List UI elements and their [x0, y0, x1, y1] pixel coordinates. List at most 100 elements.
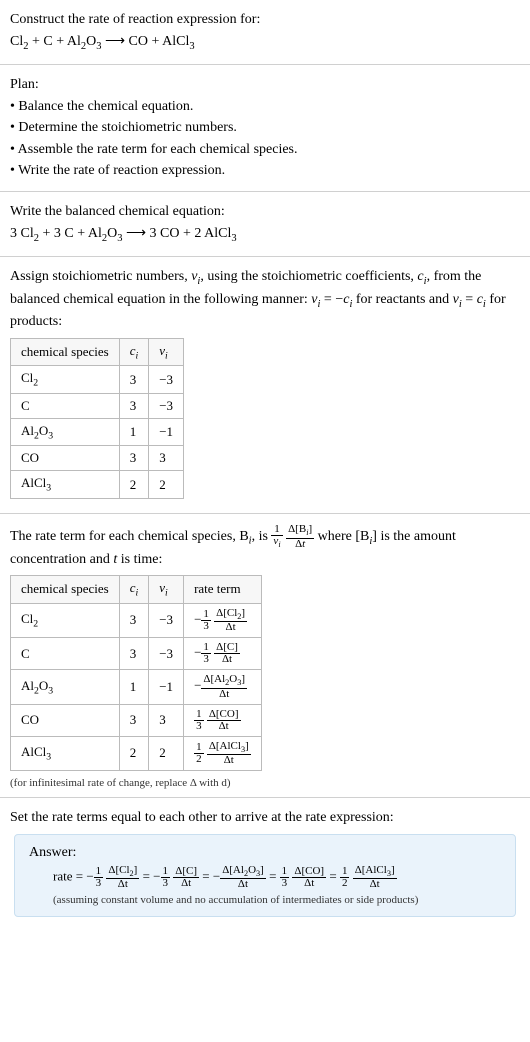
table-header-row: chemical species ci νi	[11, 338, 184, 366]
fraction: Δ[C]Δt	[214, 642, 240, 665]
table-row: C3−3	[11, 393, 184, 418]
col-nui: νi	[149, 576, 184, 604]
cell-nui: −3	[149, 638, 184, 670]
cell-nui: −3	[149, 603, 184, 637]
rateterm-table: chemical species ci νi rate term Cl23−3−…	[10, 575, 262, 771]
cell-species: Cl2	[11, 366, 120, 394]
rateterm-note: (for infinitesimal rate of change, repla…	[10, 777, 520, 789]
table-row: CO3313 Δ[CO]Δt	[11, 704, 262, 736]
plan-item: • Write the rate of reaction expression.	[10, 161, 520, 181]
cell-nui: 2	[149, 471, 184, 499]
answer-box: Answer: rate = −13 Δ[Cl2]Δt = −13 Δ[C]Δt…	[14, 834, 516, 917]
col-ci: ci	[119, 338, 149, 366]
cell-rateterm: 13 Δ[CO]Δt	[184, 704, 262, 736]
cell-ci: 3	[119, 704, 149, 736]
plan-section: Plan: • Balance the chemical equation. •…	[0, 65, 530, 192]
cell-ci: 3	[119, 638, 149, 670]
rateterm-section: The rate term for each chemical species,…	[0, 514, 530, 798]
cell-ci: 3	[119, 603, 149, 637]
cell-species: Al2O3	[11, 670, 120, 704]
rateterm-general-term: 1νi Δ[Bi]Δt	[271, 529, 317, 544]
fraction: Δ[Cl2]Δt	[106, 865, 139, 890]
fraction: 13	[94, 866, 104, 889]
cell-rateterm: −Δ[Al2O3]Δt	[184, 670, 262, 704]
frac-one-over-nu: 1νi	[271, 524, 282, 549]
rateterm-intro: The rate term for each chemical species,…	[10, 524, 520, 569]
cell-nui: 3	[149, 704, 184, 736]
fraction: Δ[CO]Δt	[292, 866, 326, 889]
cell-ci: 3	[119, 366, 149, 394]
stoich-section: Assign stoichiometric numbers, νi, using…	[0, 257, 530, 514]
cell-species: AlCl3	[11, 471, 120, 499]
cell-species: CO	[11, 446, 120, 471]
cell-rateterm: 12 Δ[AlCl3]Δt	[184, 736, 262, 770]
table-row: C3−3−13 Δ[C]Δt	[11, 638, 262, 670]
col-species: chemical species	[11, 338, 120, 366]
cell-nui: −1	[149, 670, 184, 704]
fraction: Δ[CO]Δt	[207, 709, 241, 732]
col-ci: ci	[119, 576, 149, 604]
cell-ci: 3	[119, 393, 149, 418]
plan-item: • Balance the chemical equation.	[10, 97, 520, 117]
fraction: 13	[194, 709, 204, 732]
fraction: 12	[194, 742, 204, 765]
cell-species: AlCl3	[11, 736, 120, 770]
stoich-table: chemical species ci νi Cl23−3C3−3Al2O31−…	[10, 338, 184, 499]
plan-item: • Determine the stoichiometric numbers.	[10, 118, 520, 138]
fraction: Δ[Al2O3]Δt	[220, 865, 266, 890]
cell-nui: −3	[149, 393, 184, 418]
frac-dB-dt: Δ[Bi]Δt	[286, 524, 314, 549]
fraction: 13	[201, 609, 211, 632]
answer-label: Answer:	[29, 845, 501, 861]
cell-nui: −3	[149, 366, 184, 394]
cell-ci: 1	[119, 418, 149, 446]
table-row: CO33	[11, 446, 184, 471]
col-nui: νi	[149, 338, 184, 366]
cell-nui: −1	[149, 418, 184, 446]
answer-note: (assuming constant volume and no accumul…	[29, 894, 501, 906]
balanced-equation: 3 Cl2 + 3 C + Al2O3 ⟶ 3 CO + 2 AlCl3	[10, 224, 520, 246]
fraction: Δ[C]Δt	[173, 866, 199, 889]
table-row: Cl23−3−13 Δ[Cl2]Δt	[11, 603, 262, 637]
fraction: 13	[201, 642, 211, 665]
cell-ci: 2	[119, 736, 149, 770]
col-rateterm: rate term	[184, 576, 262, 604]
cell-species: CO	[11, 704, 120, 736]
fraction: Δ[Al2O3]Δt	[201, 674, 247, 699]
fraction: 12	[340, 866, 350, 889]
prompt-equation: Cl2 + C + Al2O3 ⟶ CO + AlCl3	[10, 32, 520, 54]
cell-species: Cl2	[11, 603, 120, 637]
cell-species: C	[11, 393, 120, 418]
cell-species: Al2O3	[11, 418, 120, 446]
fraction: Δ[AlCl3]Δt	[207, 741, 251, 766]
cell-ci: 1	[119, 670, 149, 704]
final-heading: Set the rate terms equal to each other t…	[10, 808, 520, 828]
fraction: 13	[280, 866, 290, 889]
table-header-row: chemical species ci νi rate term	[11, 576, 262, 604]
col-species: chemical species	[11, 576, 120, 604]
plan-heading: Plan:	[10, 75, 520, 95]
prompt-section: Construct the rate of reaction expressio…	[0, 0, 530, 65]
cell-nui: 3	[149, 446, 184, 471]
answer-equation: rate = −13 Δ[Cl2]Δt = −13 Δ[C]Δt = −Δ[Al…	[29, 865, 501, 890]
table-row: Al2O31−1	[11, 418, 184, 446]
table-row: AlCl322	[11, 471, 184, 499]
balanced-heading: Write the balanced chemical equation:	[10, 202, 520, 222]
stoich-intro: Assign stoichiometric numbers, νi, using…	[10, 267, 520, 332]
fraction: Δ[AlCl3]Δt	[353, 865, 397, 890]
fraction: Δ[Cl2]Δt	[214, 608, 247, 633]
cell-ci: 2	[119, 471, 149, 499]
cell-nui: 2	[149, 736, 184, 770]
cell-ci: 3	[119, 446, 149, 471]
table-row: AlCl32212 Δ[AlCl3]Δt	[11, 736, 262, 770]
table-row: Cl23−3	[11, 366, 184, 394]
plan-item: • Assemble the rate term for each chemic…	[10, 140, 520, 160]
balanced-section: Write the balanced chemical equation: 3 …	[0, 192, 530, 257]
prompt-title: Construct the rate of reaction expressio…	[10, 10, 520, 30]
table-row: Al2O31−1−Δ[Al2O3]Δt	[11, 670, 262, 704]
cell-species: C	[11, 638, 120, 670]
cell-rateterm: −13 Δ[C]Δt	[184, 638, 262, 670]
fraction: 13	[161, 866, 171, 889]
final-section: Set the rate terms equal to each other t…	[0, 798, 530, 931]
cell-rateterm: −13 Δ[Cl2]Δt	[184, 603, 262, 637]
